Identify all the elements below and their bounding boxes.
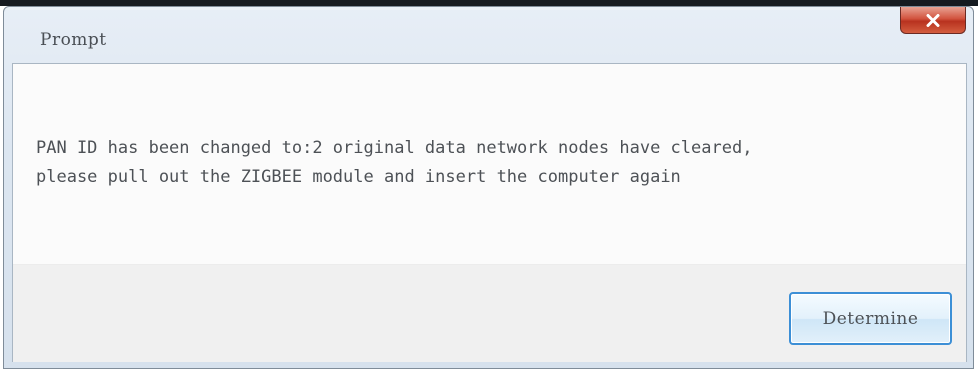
title-bar[interactable]: Prompt: [4, 7, 973, 62]
close-icon: [926, 13, 940, 27]
message-area: PAN ID has been changed to:2 original da…: [13, 64, 966, 264]
prompt-dialog: Prompt PAN ID has been changed to:2 orig…: [3, 6, 974, 369]
message-line-2: please pull out the ZIGBEE module and in…: [36, 167, 681, 187]
button-bar: Determine: [13, 264, 966, 362]
determine-button[interactable]: Determine: [789, 292, 952, 345]
dialog-content: PAN ID has been changed to:2 original da…: [12, 63, 967, 362]
message-line-1: PAN ID has been changed to:2 original da…: [36, 138, 753, 158]
close-button[interactable]: [900, 7, 966, 34]
message-text: PAN ID has been changed to:2 original da…: [36, 134, 973, 192]
dialog-title: Prompt: [40, 30, 107, 50]
